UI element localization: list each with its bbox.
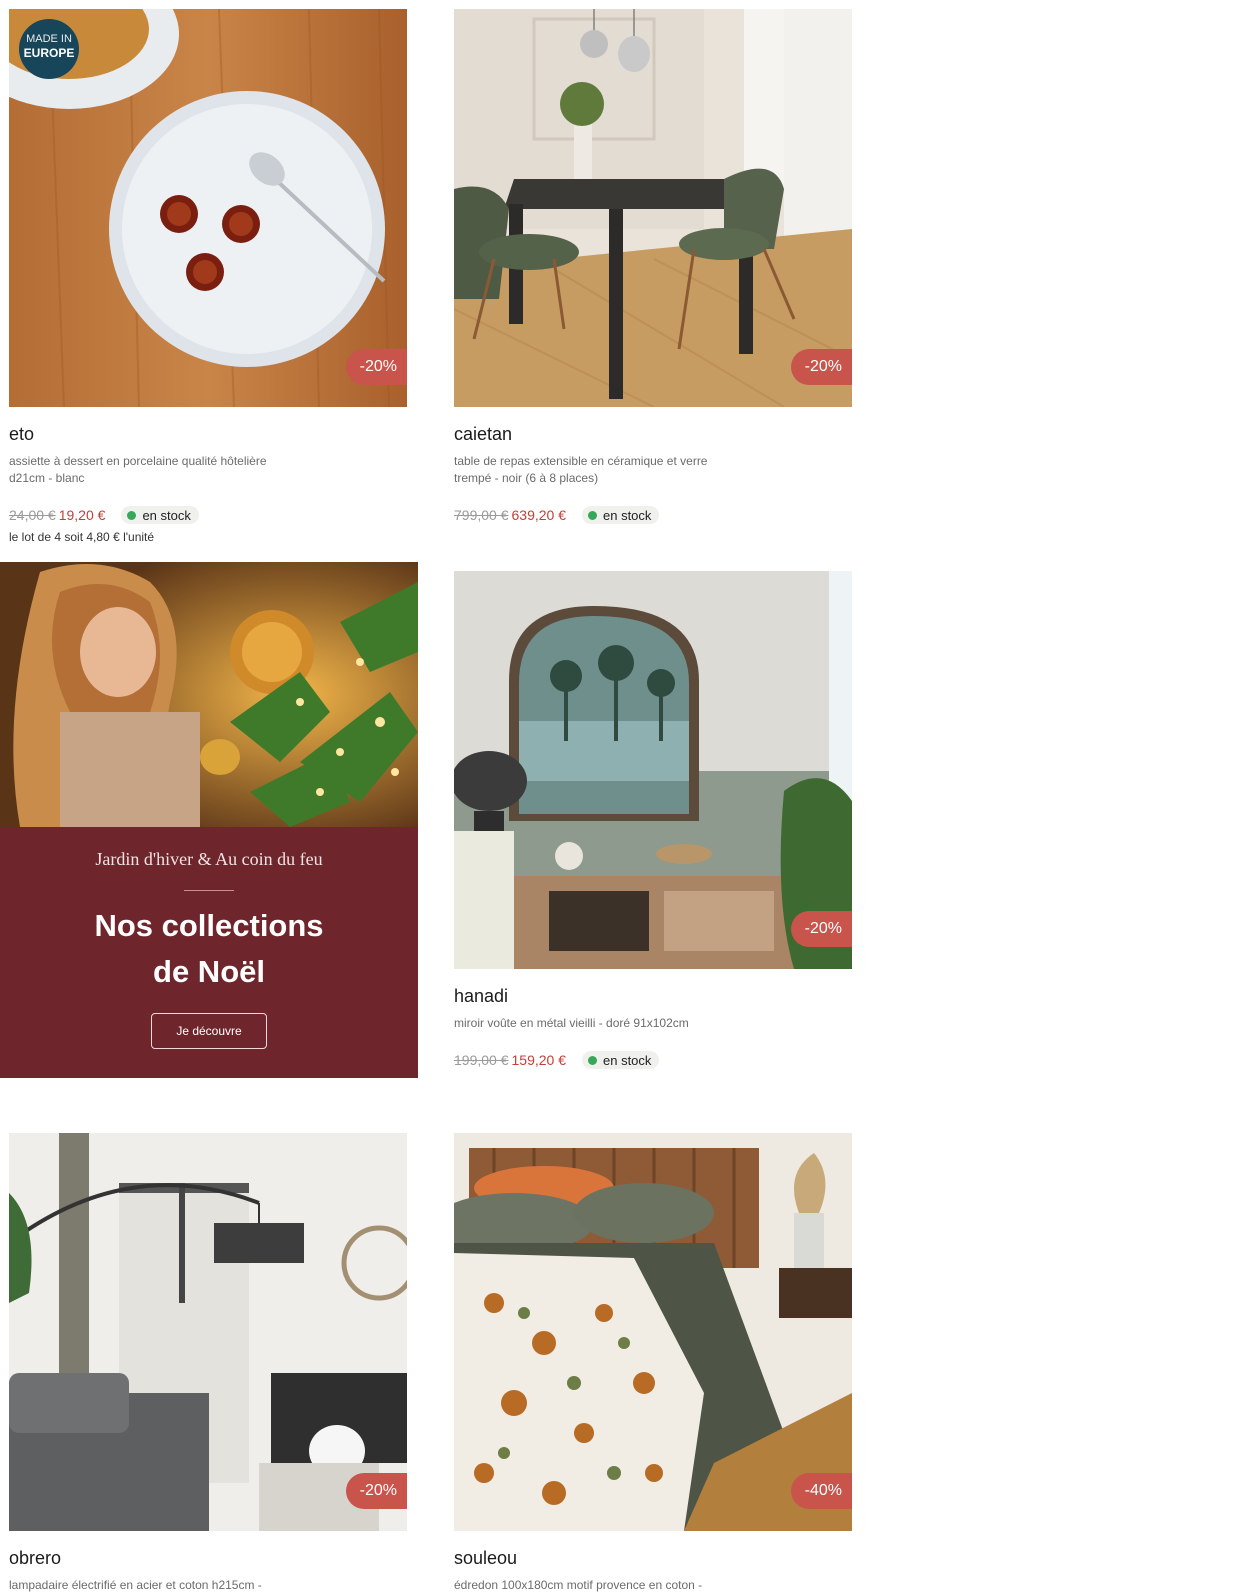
product-description: lampadaire électrifié en acier et coton … xyxy=(9,1578,262,1592)
discount-badge: -20% xyxy=(345,1473,407,1509)
product-name[interactable]: obrero xyxy=(9,1547,407,1569)
product-description: table de repas extensible en céramique e… xyxy=(454,454,708,485)
product-description: édredon 100x180cm motif provence en coto… xyxy=(454,1578,703,1592)
product-image[interactable]: -20% xyxy=(454,571,852,969)
product-image[interactable]: -20% xyxy=(454,9,852,407)
promo-title-line1: Nos collections xyxy=(94,908,324,943)
unit-price-note: le lot de 4 soit 4,80 € l'unité xyxy=(9,530,155,544)
price-row: 799,00 € 639,20 € en stock xyxy=(454,505,852,525)
promo-subtitle: Jardin d'hiver & Au coin du feu xyxy=(95,849,323,869)
old-price: 24,00 € xyxy=(9,507,56,523)
product-card-hanadi[interactable]: -20% hanadi miroir voûte en métal vieill… xyxy=(454,571,852,1070)
product-name[interactable]: hanadi xyxy=(454,985,852,1007)
stock-label: en stock xyxy=(142,507,191,523)
product-card-obrero[interactable]: -20% obrero lampadaire électrifié en aci… xyxy=(9,1133,407,1594)
stock-dot-icon xyxy=(127,510,137,520)
product-card-souleou[interactable]: -40% souleou édredon 100x180cm motif pro… xyxy=(454,1133,852,1594)
discount-badge: -20% xyxy=(790,911,852,947)
stock-dot-icon xyxy=(588,1055,597,1065)
dining-table-photo xyxy=(454,9,852,407)
promo-title-line2: de Noël xyxy=(153,954,265,989)
price-row: 199,00 € 159,20 € en stock xyxy=(454,1050,852,1070)
discount-badge: -40% xyxy=(790,1473,852,1509)
christmas-promo-banner[interactable]: Jardin d'hiver & Au coin du feu Nos coll… xyxy=(0,562,418,1078)
product-image[interactable]: MADE IN EUROPE -20% xyxy=(9,9,407,407)
promo-divider xyxy=(184,890,234,891)
discount-badge: -20% xyxy=(345,349,407,385)
stock-badge: en stock xyxy=(582,1051,660,1069)
made-in-europe-badge: MADE IN EUROPE xyxy=(19,19,79,79)
stock-badge: en stock xyxy=(121,506,199,524)
product-image[interactable]: -20% xyxy=(9,1133,407,1531)
product-card-caietan[interactable]: -20% caietan table de repas extensible e… xyxy=(454,9,852,525)
product-description: miroir voûte en métal vieilli - doré 91x… xyxy=(454,1016,689,1030)
product-name[interactable]: caietan xyxy=(454,423,852,445)
stock-label: en stock xyxy=(603,1052,652,1068)
promo-panel: Jardin d'hiver & Au coin du feu Nos coll… xyxy=(0,827,418,1078)
price-row: 24,00 € 19,20 € en stock xyxy=(9,505,407,525)
floor-lamp-photo xyxy=(9,1133,407,1531)
product-name[interactable]: souleou xyxy=(454,1547,852,1569)
promo-title: Nos collections de Noël xyxy=(0,903,418,995)
stock-badge: en stock xyxy=(582,506,660,524)
old-price: 199,00 € xyxy=(454,1052,509,1068)
christmas-photo xyxy=(0,562,418,827)
discover-button[interactable]: Je découvre xyxy=(151,1013,267,1049)
product-image[interactable]: -40% xyxy=(454,1133,852,1531)
product-description: assiette à dessert en porcelaine qualité… xyxy=(9,454,267,485)
product-card-eto[interactable]: MADE IN EUROPE -20% eto assiette à desse… xyxy=(9,9,407,544)
sale-price: 19,20 € xyxy=(58,507,106,523)
made-in-line1: MADE IN xyxy=(26,33,72,45)
made-in-line2: EUROPE xyxy=(23,46,75,60)
stock-label: en stock xyxy=(603,507,652,523)
bedding-photo xyxy=(454,1133,852,1531)
product-name[interactable]: eto xyxy=(9,423,407,445)
stock-dot-icon xyxy=(588,510,597,520)
arched-mirror-photo xyxy=(454,571,852,969)
sale-price: 639,20 € xyxy=(511,507,567,523)
old-price: 799,00 € xyxy=(454,507,509,523)
discount-badge: -20% xyxy=(790,349,852,385)
sale-price: 159,20 € xyxy=(511,1052,567,1068)
